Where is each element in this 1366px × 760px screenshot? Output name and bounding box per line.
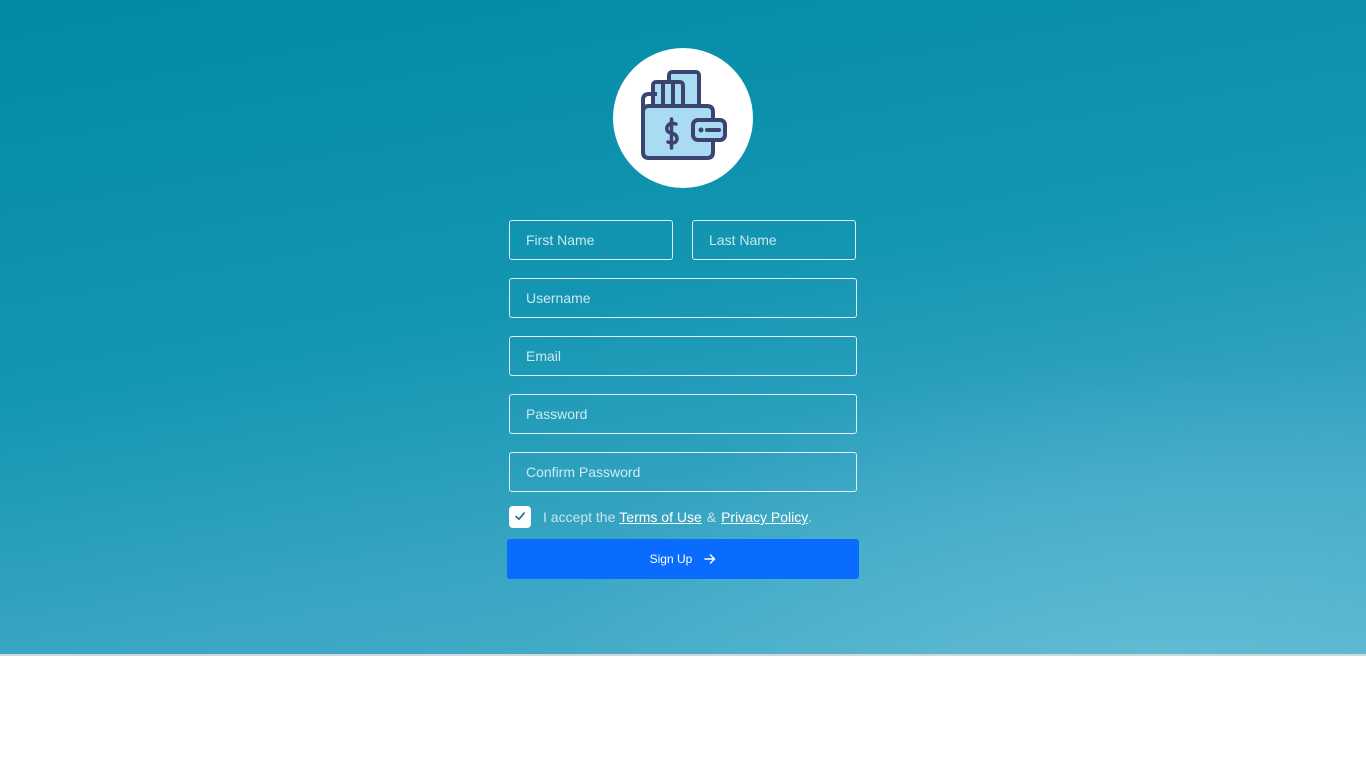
sign-up-label: Sign Up	[649, 552, 693, 566]
wallet-dollar-icon	[637, 69, 729, 167]
signup-hero: I accept the Terms of Use&Privacy Policy…	[0, 0, 1366, 656]
terms-suffix: .	[808, 509, 813, 525]
last-name-input[interactable]	[692, 220, 856, 260]
email-input[interactable]	[509, 336, 857, 376]
terms-prefix-text: I accept the	[543, 509, 616, 525]
privacy-policy-link[interactable]: Privacy Policy	[721, 509, 808, 525]
terms-of-use-link[interactable]: Terms of Use	[619, 509, 701, 525]
username-input[interactable]	[509, 278, 857, 318]
confirm-password-input[interactable]	[509, 452, 857, 492]
first-name-input[interactable]	[509, 220, 673, 260]
terms-separator: &	[706, 509, 717, 525]
terms-row: I accept the Terms of Use & Privacy Policy…	[509, 506, 812, 528]
arrow-right-icon	[704, 553, 716, 565]
sign-up-button[interactable]: Sign Up	[507, 539, 859, 579]
password-input[interactable]	[509, 394, 857, 434]
terms-checkbox[interactable]	[509, 506, 531, 528]
checkmark-icon	[514, 509, 526, 525]
logo	[613, 48, 753, 188]
